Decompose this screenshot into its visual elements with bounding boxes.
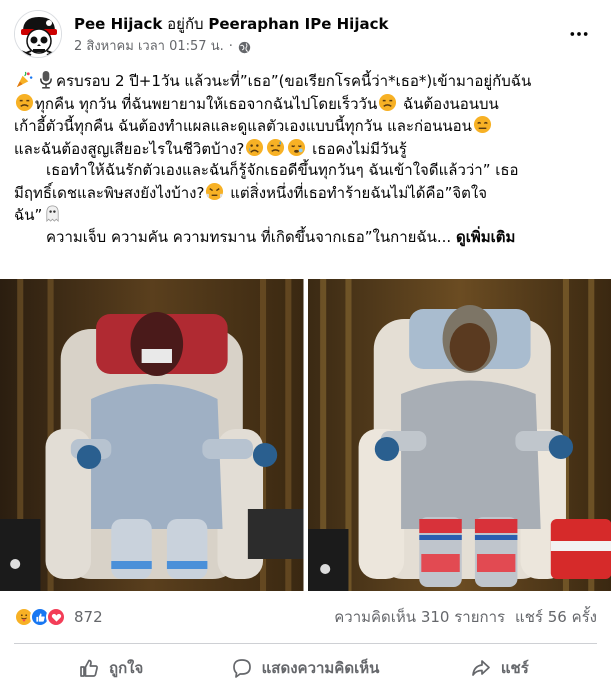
comment-count-link[interactable]: ความคิดเห็น 310 รายการ xyxy=(334,605,505,629)
meta-separator: · xyxy=(228,39,233,54)
post-meta: 2 สิงหาคม เวลา 01:57 น. · xyxy=(74,38,251,56)
text-line: เก้าอี้ตัวนี้ทุกคืน ฉันต้องทำแผลและดูแลต… xyxy=(14,115,602,138)
engagement-counts: ความคิดเห็น 310 รายการ แชร์ 56 ครั้ง xyxy=(334,605,597,629)
steam-face-icon xyxy=(206,182,224,200)
text-line-8: ความเจ็บ ความคัน ความทรมาน ที่เกิดขึ้นจา… xyxy=(46,227,452,246)
comment-icon xyxy=(232,659,251,678)
text-line: ทุกคืน ทุกวัน ที่ฉันพยายามให้เธอจากฉันไป… xyxy=(14,93,602,116)
post-text: ครบรอบ 2 ปี+1วัน แล้วนะที่”เธอ”(ขอเรียกโ… xyxy=(14,70,602,248)
author-line: Pee Hijack อยู่กับ Peeraphan IPe Hijack xyxy=(74,14,388,34)
facebook-post: Pee Hijack อยู่กับ Peeraphan IPe Hijack … xyxy=(0,0,611,693)
post-photo-2[interactable] xyxy=(307,279,611,591)
comment-button[interactable]: แสดงความคิดเห็น xyxy=(208,646,402,690)
more-icon xyxy=(570,32,588,36)
text-line-6b: แต่สิ่งหนึ่งที่เธอทำร้ายฉันไม่ได้คือ”จิต… xyxy=(225,183,487,202)
sad-sweat-face-icon xyxy=(267,138,285,156)
with-text: อยู่กับ xyxy=(167,15,204,33)
more-options-button[interactable] xyxy=(565,22,593,46)
see-more-link[interactable]: ดูเพิ่มเติม xyxy=(456,228,515,246)
comment-label: แสดงความคิดเห็น xyxy=(261,659,380,677)
avatar[interactable] xyxy=(14,10,62,58)
text-line: ความเจ็บ ความคัน ความทรมาน ที่เกิดขึ้นจา… xyxy=(14,227,602,249)
text-line-4a: และฉันต้องสูญเสียอะไรในชีวิตบ้าง? xyxy=(14,139,245,158)
text-line-4b: เธอคงไม่มีวันรู้ xyxy=(307,139,407,158)
globe-icon[interactable] xyxy=(238,41,251,54)
text-line: มีฤทธิ์เดชและพิษสงยังไงบ้าง? แต่สิ่งหนึ่… xyxy=(14,182,602,205)
text-line-2b: ฉันต้องนอนบน xyxy=(398,94,499,113)
text-line-2a: ทุกคืน ทุกวัน ที่ฉันพยายามให้เธอจากฉันไป… xyxy=(35,94,378,113)
sad-face-icon xyxy=(15,93,34,111)
sleepy-face-icon xyxy=(288,138,306,156)
share-label: แชร์ xyxy=(500,659,529,677)
thumbs-up-icon xyxy=(80,659,98,677)
like-button[interactable]: ถูกใจ xyxy=(14,646,208,690)
text-line: และฉันต้องสูญเสียอะไรในชีวิตบ้าง? เธอคงไ… xyxy=(14,138,602,161)
author-name-link[interactable]: Pee Hijack xyxy=(74,15,162,33)
action-bar: ถูกใจ แสดงความคิดเห็น แชร์ xyxy=(14,646,597,690)
post-photo-1[interactable] xyxy=(0,279,304,591)
text-line-6a: มีฤทธิ์เดชและพิษสงยังไงบ้าง? xyxy=(14,183,205,202)
reactions-summary[interactable]: 872 xyxy=(14,607,103,627)
like-label: ถูกใจ xyxy=(109,659,144,677)
reaction-count: 872 xyxy=(74,608,103,626)
tagged-user-link[interactable]: Peeraphan IPe Hijack xyxy=(208,15,388,33)
crying-face-icon xyxy=(246,138,264,156)
text-line: ฉัน” xyxy=(14,204,602,227)
photo-person-in-chair-image xyxy=(307,279,611,591)
ghost-icon xyxy=(46,205,59,223)
sad-face-icon xyxy=(379,93,397,111)
microphone-icon xyxy=(40,70,52,89)
photo-person-in-chair-image xyxy=(0,279,304,591)
weary-face-icon xyxy=(473,115,491,134)
text-line-3: เก้าอี้ตัวนี้ทุกคืน ฉันต้องทำแผลและดูแลต… xyxy=(14,117,472,135)
post-header: Pee Hijack อยู่กับ Peeraphan IPe Hijack … xyxy=(12,8,599,60)
text-line-5: เธอทำให้ฉันรักตัวเองและฉันก็รู้จักเธอดีข… xyxy=(46,161,519,179)
divider xyxy=(14,643,597,644)
share-arrow-icon xyxy=(472,660,490,676)
post-timestamp[interactable]: 2 สิงหาคม เวลา 01:57 น. xyxy=(74,38,224,56)
photo-grid xyxy=(0,279,611,591)
love-reaction-icon xyxy=(46,607,66,627)
party-popper-icon xyxy=(16,71,33,88)
text-line-1: ครบรอบ 2 ปี+1วัน แล้วนะที่”เธอ”(ขอเรียกโ… xyxy=(56,72,532,90)
text-line: เธอทำให้ฉันรักตัวเองและฉันก็รู้จักเธอดีข… xyxy=(14,160,602,182)
post-stats: 872 ความคิดเห็น 310 รายการ แชร์ 56 ครั้ง xyxy=(14,600,597,634)
share-count-link[interactable]: แชร์ 56 ครั้ง xyxy=(515,605,597,629)
text-line: ครบรอบ 2 ปี+1วัน แล้วนะที่”เธอ”(ขอเรียกโ… xyxy=(14,70,602,93)
share-button[interactable]: แชร์ xyxy=(403,646,597,690)
skull-avatar-icon xyxy=(15,11,61,57)
text-line-7: ฉัน” xyxy=(14,206,43,224)
